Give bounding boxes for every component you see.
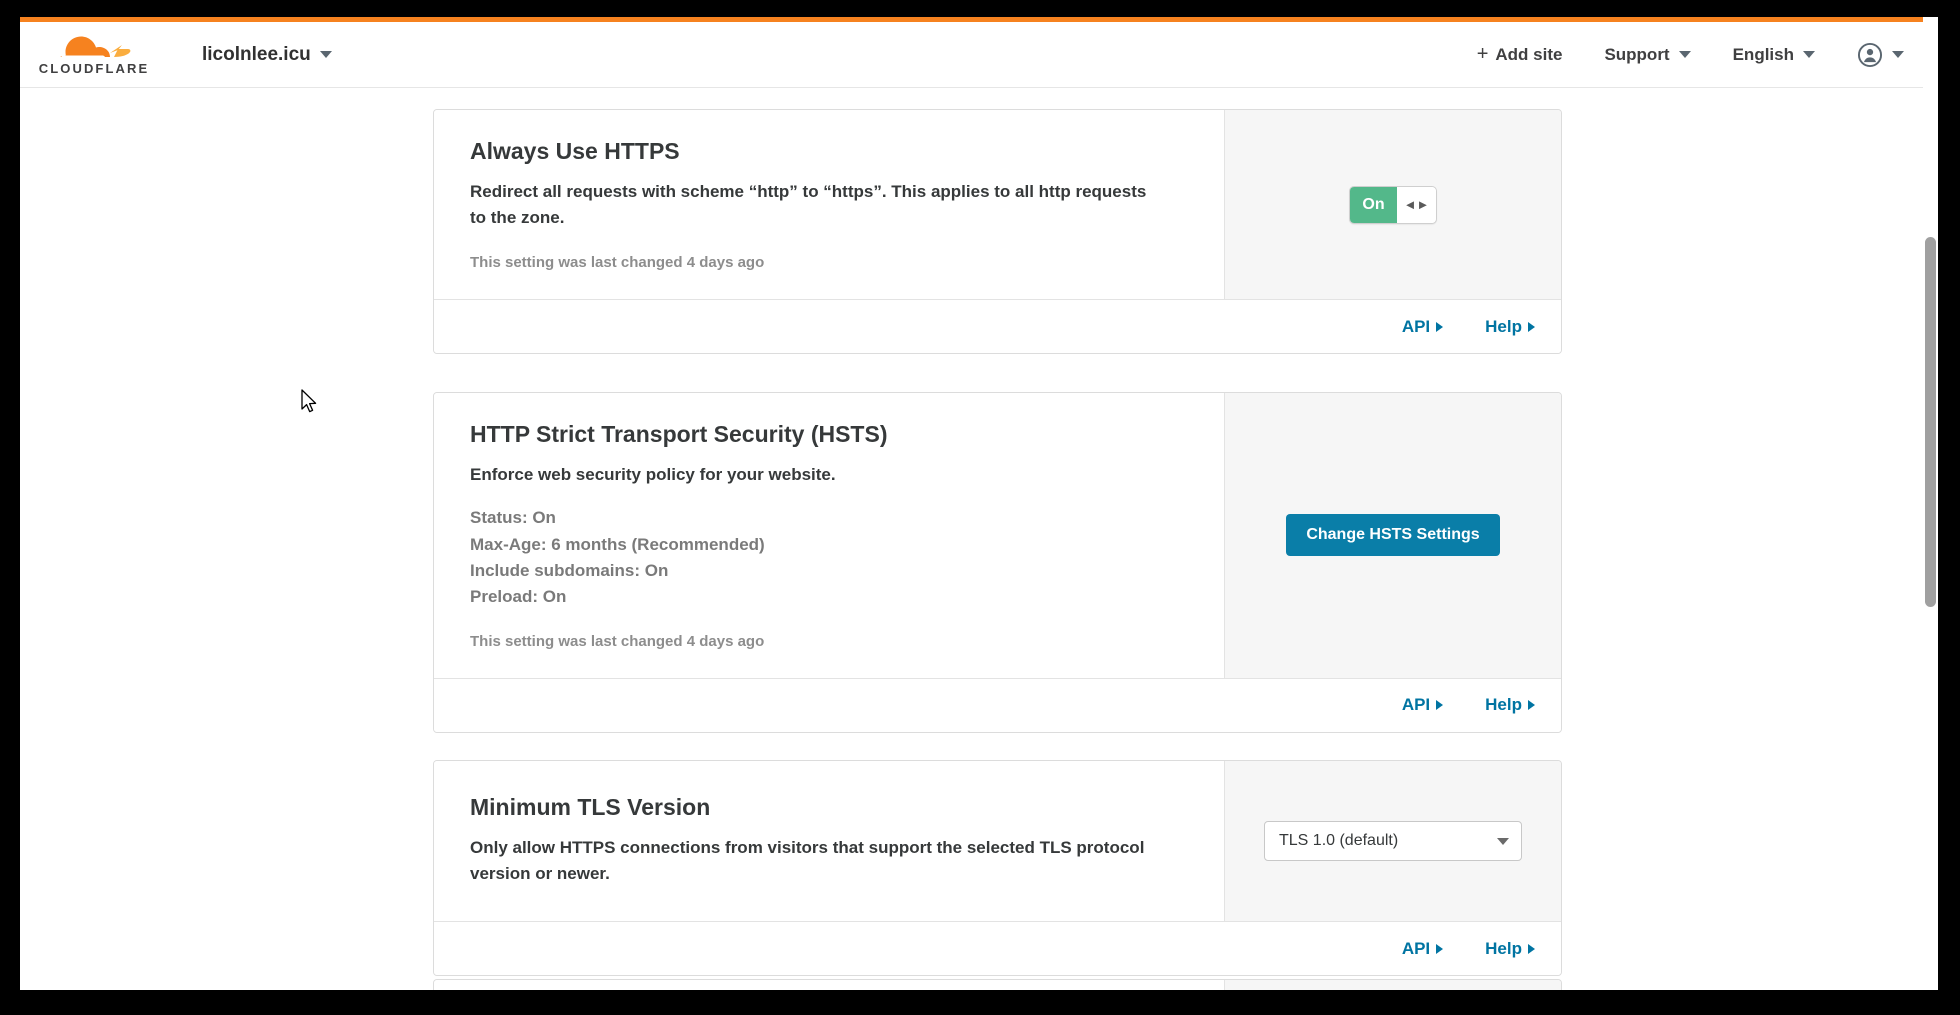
hsts-status-line: Include subdomains: On — [470, 561, 669, 581]
site-selector[interactable]: licolnlee.icu — [202, 44, 332, 66]
card-main-partial — [434, 980, 1224, 990]
api-link-label: API — [1401, 938, 1431, 958]
card-body: Always Use HTTPS Redirect all requests w… — [434, 110, 1561, 300]
card-body: Minimum TLS Version Only allow HTTPS con… — [434, 761, 1561, 922]
card-footer: API Help — [434, 299, 1561, 354]
card-next-setting-partial — [433, 979, 1562, 990]
card-title: Always Use HTTPS — [470, 138, 680, 164]
account-circle-icon — [1857, 42, 1883, 67]
cloudflare-cloud-icon — [60, 36, 131, 57]
help-link[interactable]: Help — [1485, 695, 1535, 715]
header-left-group: CLOUDFLARE licolnlee.icu — [20, 31, 332, 79]
help-link-label: Help — [1485, 316, 1522, 336]
plus-icon: + — [1476, 43, 1489, 65]
support-label: Support — [1604, 44, 1670, 64]
card-minimum-tls-version: Minimum TLS Version Only allow HTTPS con… — [433, 760, 1562, 977]
card-body: HTTP Strict Transport Security (HSTS) En… — [434, 393, 1561, 678]
arrow-right-icon — [1436, 321, 1444, 332]
card-title: HTTP Strict Transport Security (HSTS) — [470, 421, 888, 447]
change-hsts-settings-button[interactable]: Change HSTS Settings — [1286, 514, 1500, 557]
arrow-right-icon — [1436, 943, 1444, 954]
card-footer: API Help — [434, 921, 1561, 976]
card-footer: API Help — [434, 677, 1561, 732]
minimum-tls-version-select[interactable]: TLS 1.0 (default) — [1264, 821, 1522, 862]
settings-content: Always Use HTTPS Redirect all requests w… — [20, 89, 1938, 990]
last-changed-text: This setting was last changed 4 days ago — [470, 632, 765, 650]
left-right-arrow-icon: ◄► — [1397, 186, 1436, 223]
card-title: Minimum TLS Version — [470, 794, 711, 820]
page-scrollbar-thumb[interactable] — [1925, 237, 1936, 607]
card-control-panel: On ◄► — [1224, 110, 1561, 300]
last-changed-text: This setting was last changed 4 days ago — [470, 254, 765, 272]
card-description: Only allow HTTPS connections from visito… — [470, 837, 1145, 884]
card-control-panel: TLS 1.0 (default) — [1224, 761, 1561, 922]
hsts-status-line: Max-Age: 6 months (Recommended) — [470, 534, 765, 554]
chevron-down-icon — [1803, 51, 1815, 58]
chevron-down-icon — [1678, 51, 1691, 58]
site-name-label: licolnlee.icu — [202, 43, 311, 65]
card-body — [434, 980, 1561, 990]
help-link-label: Help — [1485, 938, 1522, 958]
chevron-down-icon — [319, 51, 332, 58]
help-link[interactable]: Help — [1485, 317, 1535, 337]
help-link[interactable]: Help — [1485, 939, 1535, 959]
card-always-use-https: Always Use HTTPS Redirect all requests w… — [433, 109, 1562, 355]
api-link[interactable]: API — [1401, 316, 1444, 337]
cloudflare-logo[interactable]: CLOUDFLARE — [38, 31, 150, 79]
always-use-https-toggle[interactable]: On ◄► — [1349, 185, 1437, 224]
api-link[interactable]: API — [1401, 938, 1444, 959]
cloudflare-wordmark: CLOUDFLARE — [38, 60, 150, 76]
page-scrollbar-track[interactable] — [1923, 17, 1938, 990]
card-description: Redirect all requests with scheme “http”… — [470, 181, 1147, 228]
account-menu[interactable] — [1857, 42, 1904, 68]
screen: CLOUDFLARE licolnlee.icu + Add site Supp… — [0, 0, 1960, 1015]
site-header: CLOUDFLARE licolnlee.icu + Add site Supp… — [20, 22, 1938, 88]
chevron-down-icon — [1892, 51, 1904, 58]
arrow-right-icon — [1528, 943, 1535, 954]
arrow-right-icon — [1528, 321, 1535, 332]
hsts-status-line: Preload: On — [470, 587, 567, 607]
card-description: Enforce web security policy for your web… — [470, 464, 836, 484]
card-control-panel — [1224, 980, 1561, 990]
api-link-label: API — [1401, 695, 1431, 715]
arrow-right-icon — [1528, 700, 1535, 711]
support-menu[interactable]: Support — [1604, 44, 1691, 65]
arrow-right-icon — [1436, 700, 1444, 711]
hsts-status-line: Status: On — [470, 508, 556, 528]
chevron-down-icon — [1497, 837, 1509, 845]
card-control-panel: Change HSTS Settings — [1224, 393, 1561, 678]
add-site-label: Add site — [1495, 44, 1563, 64]
toggle-state-label: On — [1350, 186, 1397, 223]
hsts-status-list: Status: On Max-Age: 6 months (Recommende… — [470, 505, 1196, 610]
header-right-group: + Add site Support English — [1435, 42, 1938, 68]
card-hsts: HTTP Strict Transport Security (HSTS) En… — [433, 392, 1562, 733]
add-site-button[interactable]: + Add site — [1477, 43, 1563, 66]
card-main-hsts: HTTP Strict Transport Security (HSTS) En… — [434, 393, 1224, 678]
api-link-label: API — [1401, 316, 1431, 336]
language-label: English — [1732, 44, 1794, 64]
card-main-always-use-https: Always Use HTTPS Redirect all requests w… — [434, 110, 1224, 300]
api-link[interactable]: API — [1401, 695, 1444, 715]
help-link-label: Help — [1485, 695, 1522, 715]
select-selected-value: TLS 1.0 (default) — [1279, 832, 1399, 850]
language-menu[interactable]: English — [1733, 45, 1815, 65]
card-main-minimum-tls-version: Minimum TLS Version Only allow HTTPS con… — [434, 761, 1224, 922]
browser-viewport: CLOUDFLARE licolnlee.icu + Add site Supp… — [20, 17, 1938, 990]
